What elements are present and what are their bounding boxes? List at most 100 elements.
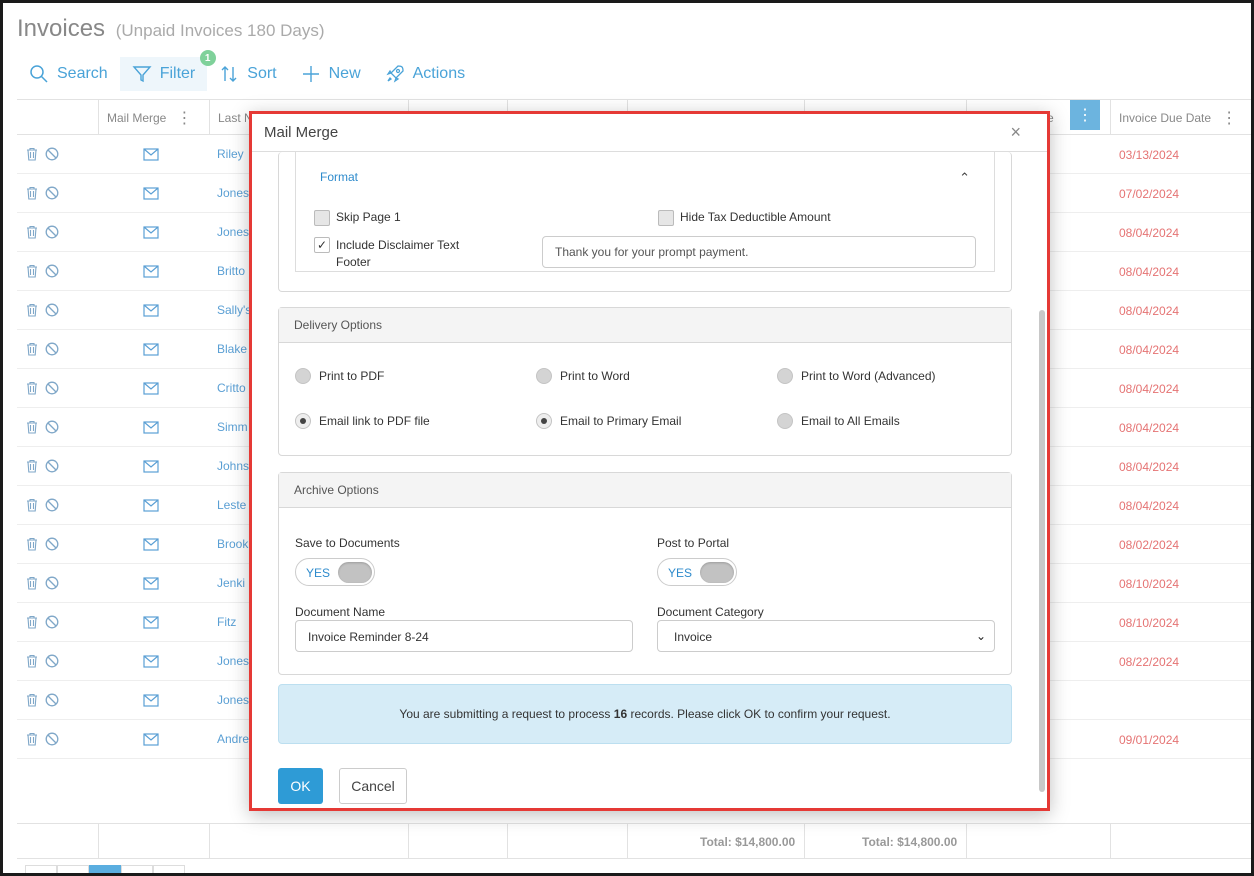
block-icon[interactable] bbox=[45, 654, 59, 668]
block-icon[interactable] bbox=[45, 732, 59, 746]
print-word-option[interactable]: Print to Word bbox=[536, 368, 630, 384]
ok-button[interactable]: OK bbox=[278, 768, 323, 804]
print-pdf-option[interactable]: Print to PDF bbox=[295, 368, 384, 384]
envelope-icon[interactable] bbox=[143, 343, 159, 356]
trash-icon[interactable] bbox=[25, 147, 39, 161]
envelope-icon[interactable] bbox=[143, 304, 159, 317]
envelope-icon[interactable] bbox=[143, 382, 159, 395]
column-header-mail-merge[interactable]: Mail Merge ⋮ bbox=[107, 100, 192, 136]
envelope-icon[interactable] bbox=[143, 187, 159, 200]
email-primary-radio[interactable] bbox=[536, 413, 552, 429]
mail-merge-cell[interactable] bbox=[143, 343, 159, 361]
mail-merge-cell[interactable] bbox=[143, 304, 159, 322]
print-word-advanced-radio[interactable] bbox=[777, 368, 793, 384]
close-icon[interactable]: × bbox=[1010, 122, 1021, 143]
print-pdf-radio[interactable] bbox=[295, 368, 311, 384]
trash-icon[interactable] bbox=[25, 537, 39, 551]
block-icon[interactable] bbox=[45, 576, 59, 590]
mail-merge-cell[interactable] bbox=[143, 226, 159, 244]
last-name-cell[interactable]: Britto bbox=[217, 264, 245, 278]
pager-button[interactable] bbox=[57, 865, 89, 873]
trash-icon[interactable] bbox=[25, 342, 39, 356]
format-section-toggle[interactable]: Format bbox=[320, 170, 358, 184]
mail-merge-cell[interactable] bbox=[143, 187, 159, 205]
block-icon[interactable] bbox=[45, 615, 59, 629]
column-menu-active-icon[interactable]: ⋮ bbox=[1070, 100, 1100, 130]
envelope-icon[interactable] bbox=[143, 499, 159, 512]
filter-button[interactable]: Filter 1 bbox=[119, 50, 216, 91]
mail-merge-cell[interactable] bbox=[143, 499, 159, 517]
trash-icon[interactable] bbox=[25, 459, 39, 473]
email-all-option[interactable]: Email to All Emails bbox=[777, 413, 900, 429]
block-icon[interactable] bbox=[45, 693, 59, 707]
column-menu-icon[interactable]: ⋮ bbox=[1221, 108, 1237, 128]
column-header-last-name[interactable]: Last N bbox=[218, 100, 253, 136]
block-icon[interactable] bbox=[45, 147, 59, 161]
envelope-icon[interactable] bbox=[143, 421, 159, 434]
mail-merge-cell[interactable] bbox=[143, 577, 159, 595]
last-name-cell[interactable]: Leste bbox=[217, 498, 246, 512]
block-icon[interactable] bbox=[45, 420, 59, 434]
mail-merge-cell[interactable] bbox=[143, 694, 159, 712]
envelope-icon[interactable] bbox=[143, 733, 159, 746]
block-icon[interactable] bbox=[45, 537, 59, 551]
email-link-pdf-option[interactable]: Email link to PDF file bbox=[295, 413, 430, 429]
disclaimer-option[interactable]: ✓ Include Disclaimer Text Footer bbox=[314, 237, 459, 271]
email-link-pdf-radio[interactable] bbox=[295, 413, 311, 429]
envelope-icon[interactable] bbox=[143, 694, 159, 707]
print-word-radio[interactable] bbox=[536, 368, 552, 384]
block-icon[interactable] bbox=[45, 186, 59, 200]
envelope-icon[interactable] bbox=[143, 655, 159, 668]
trash-icon[interactable] bbox=[25, 732, 39, 746]
envelope-icon[interactable] bbox=[143, 538, 159, 551]
post-to-portal-toggle[interactable]: YES bbox=[657, 558, 737, 586]
hide-tax-checkbox[interactable] bbox=[658, 210, 674, 226]
last-name-cell[interactable]: Riley bbox=[217, 147, 244, 161]
trash-icon[interactable] bbox=[25, 264, 39, 278]
last-name-cell[interactable]: Andre bbox=[217, 732, 249, 746]
envelope-icon[interactable] bbox=[143, 265, 159, 278]
skip-page-checkbox[interactable] bbox=[314, 210, 330, 226]
trash-icon[interactable] bbox=[25, 303, 39, 317]
email-primary-option[interactable]: Email to Primary Email bbox=[536, 413, 681, 429]
last-name-cell[interactable]: Johns bbox=[217, 459, 249, 473]
pager-button[interactable] bbox=[121, 865, 153, 873]
envelope-icon[interactable] bbox=[143, 148, 159, 161]
envelope-icon[interactable] bbox=[143, 577, 159, 590]
mail-merge-cell[interactable] bbox=[143, 538, 159, 556]
search-button[interactable]: Search bbox=[17, 57, 120, 91]
block-icon[interactable] bbox=[45, 264, 59, 278]
skip-page-option[interactable]: Skip Page 1 bbox=[314, 210, 401, 226]
actions-button[interactable]: Actions bbox=[373, 57, 477, 91]
envelope-icon[interactable] bbox=[143, 460, 159, 473]
trash-icon[interactable] bbox=[25, 615, 39, 629]
envelope-icon[interactable] bbox=[143, 226, 159, 239]
last-name-cell[interactable]: Jones bbox=[217, 693, 249, 707]
document-name-input[interactable]: Invoice Reminder 8-24 bbox=[295, 620, 633, 652]
hide-tax-option[interactable]: Hide Tax Deductible Amount bbox=[658, 210, 831, 226]
envelope-icon[interactable] bbox=[143, 616, 159, 629]
new-button[interactable]: New bbox=[289, 57, 373, 91]
block-icon[interactable] bbox=[45, 303, 59, 317]
block-icon[interactable] bbox=[45, 459, 59, 473]
block-icon[interactable] bbox=[45, 225, 59, 239]
column-header-invoice-due-date[interactable]: Invoice Due Date ⋮ bbox=[1119, 100, 1237, 136]
trash-icon[interactable] bbox=[25, 225, 39, 239]
trash-icon[interactable] bbox=[25, 186, 39, 200]
document-category-select[interactable]: Invoice ⌄ bbox=[657, 620, 995, 652]
mail-merge-cell[interactable] bbox=[143, 655, 159, 673]
last-name-cell[interactable]: Sally's bbox=[217, 303, 251, 317]
save-to-documents-toggle[interactable]: YES bbox=[295, 558, 375, 586]
pager-button-active[interactable] bbox=[89, 865, 121, 873]
chevron-up-icon[interactable]: ⌃ bbox=[959, 170, 970, 186]
dialog-scrollbar[interactable] bbox=[1039, 310, 1045, 792]
disclaimer-checkbox[interactable]: ✓ bbox=[314, 237, 330, 253]
mail-merge-cell[interactable] bbox=[143, 421, 159, 439]
trash-icon[interactable] bbox=[25, 654, 39, 668]
last-name-cell[interactable]: Jones bbox=[217, 225, 249, 239]
last-name-cell[interactable]: Critto bbox=[217, 381, 246, 395]
trash-icon[interactable] bbox=[25, 498, 39, 512]
email-all-radio[interactable] bbox=[777, 413, 793, 429]
pager-button[interactable] bbox=[25, 865, 57, 873]
last-name-cell[interactable]: Blake bbox=[217, 342, 247, 356]
